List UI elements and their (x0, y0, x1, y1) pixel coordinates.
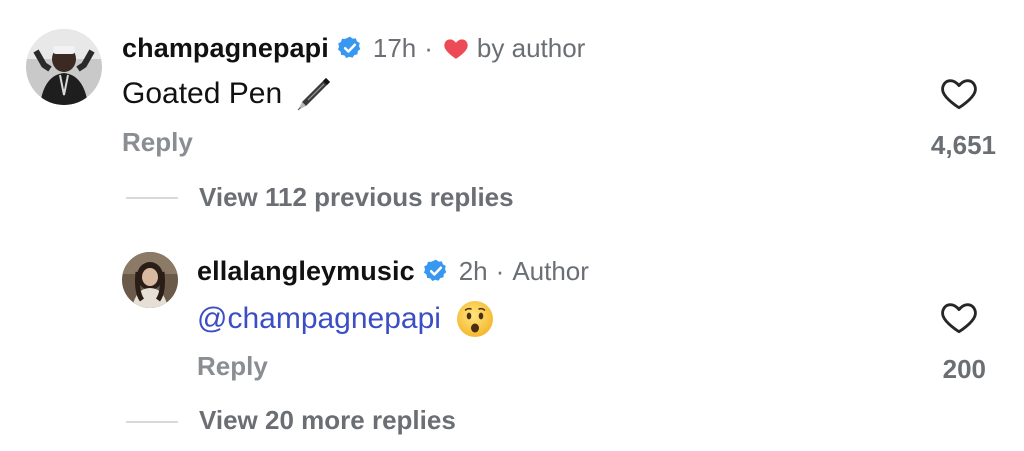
heart-outline-icon (941, 79, 977, 110)
verified-badge-icon (337, 35, 363, 61)
author-badge: Author (512, 255, 589, 286)
reply-header: ellalangleymusic 2h · Author (197, 253, 589, 289)
comment-time: 17h (372, 32, 417, 63)
reply-body: @champagnepapi (197, 298, 495, 340)
heart-filled-icon (443, 36, 469, 60)
fountain-pen-emoji (292, 74, 332, 114)
thread-line (126, 197, 178, 199)
frowning-face-emoji (455, 299, 495, 339)
like-count: 4,651 (930, 130, 996, 160)
dot-separator: · (424, 32, 433, 63)
avatar-champagnepapi[interactable] (26, 29, 102, 105)
mention-link[interactable]: @champagnepapi (197, 302, 441, 336)
heart-outline-icon (941, 303, 977, 334)
view-more-replies-link[interactable]: View 20 more replies (199, 405, 456, 436)
comment-text: Goated Pen (122, 77, 283, 110)
comment-header: champagnepapi 17h · by author (122, 30, 585, 66)
avatar-ellalangleymusic[interactable] (122, 252, 178, 308)
like-count: 200 (942, 354, 986, 384)
reply-username[interactable]: ellalangleymusic (197, 256, 415, 287)
reply-time: 2h (458, 255, 488, 286)
like-button[interactable] (940, 75, 978, 111)
comment-username[interactable]: champagnepapi (122, 33, 329, 64)
reply-button[interactable]: Reply (122, 127, 193, 158)
dot-separator: · (495, 255, 505, 286)
like-button[interactable] (940, 299, 978, 335)
verified-badge-icon (423, 258, 449, 284)
view-previous-replies-link[interactable]: View 112 previous replies (199, 182, 514, 213)
thread-line (126, 421, 178, 423)
comment-body: Goated Pen (122, 74, 332, 114)
reply-button[interactable]: Reply (197, 351, 268, 382)
liked-by-author-label: by author (476, 32, 586, 63)
